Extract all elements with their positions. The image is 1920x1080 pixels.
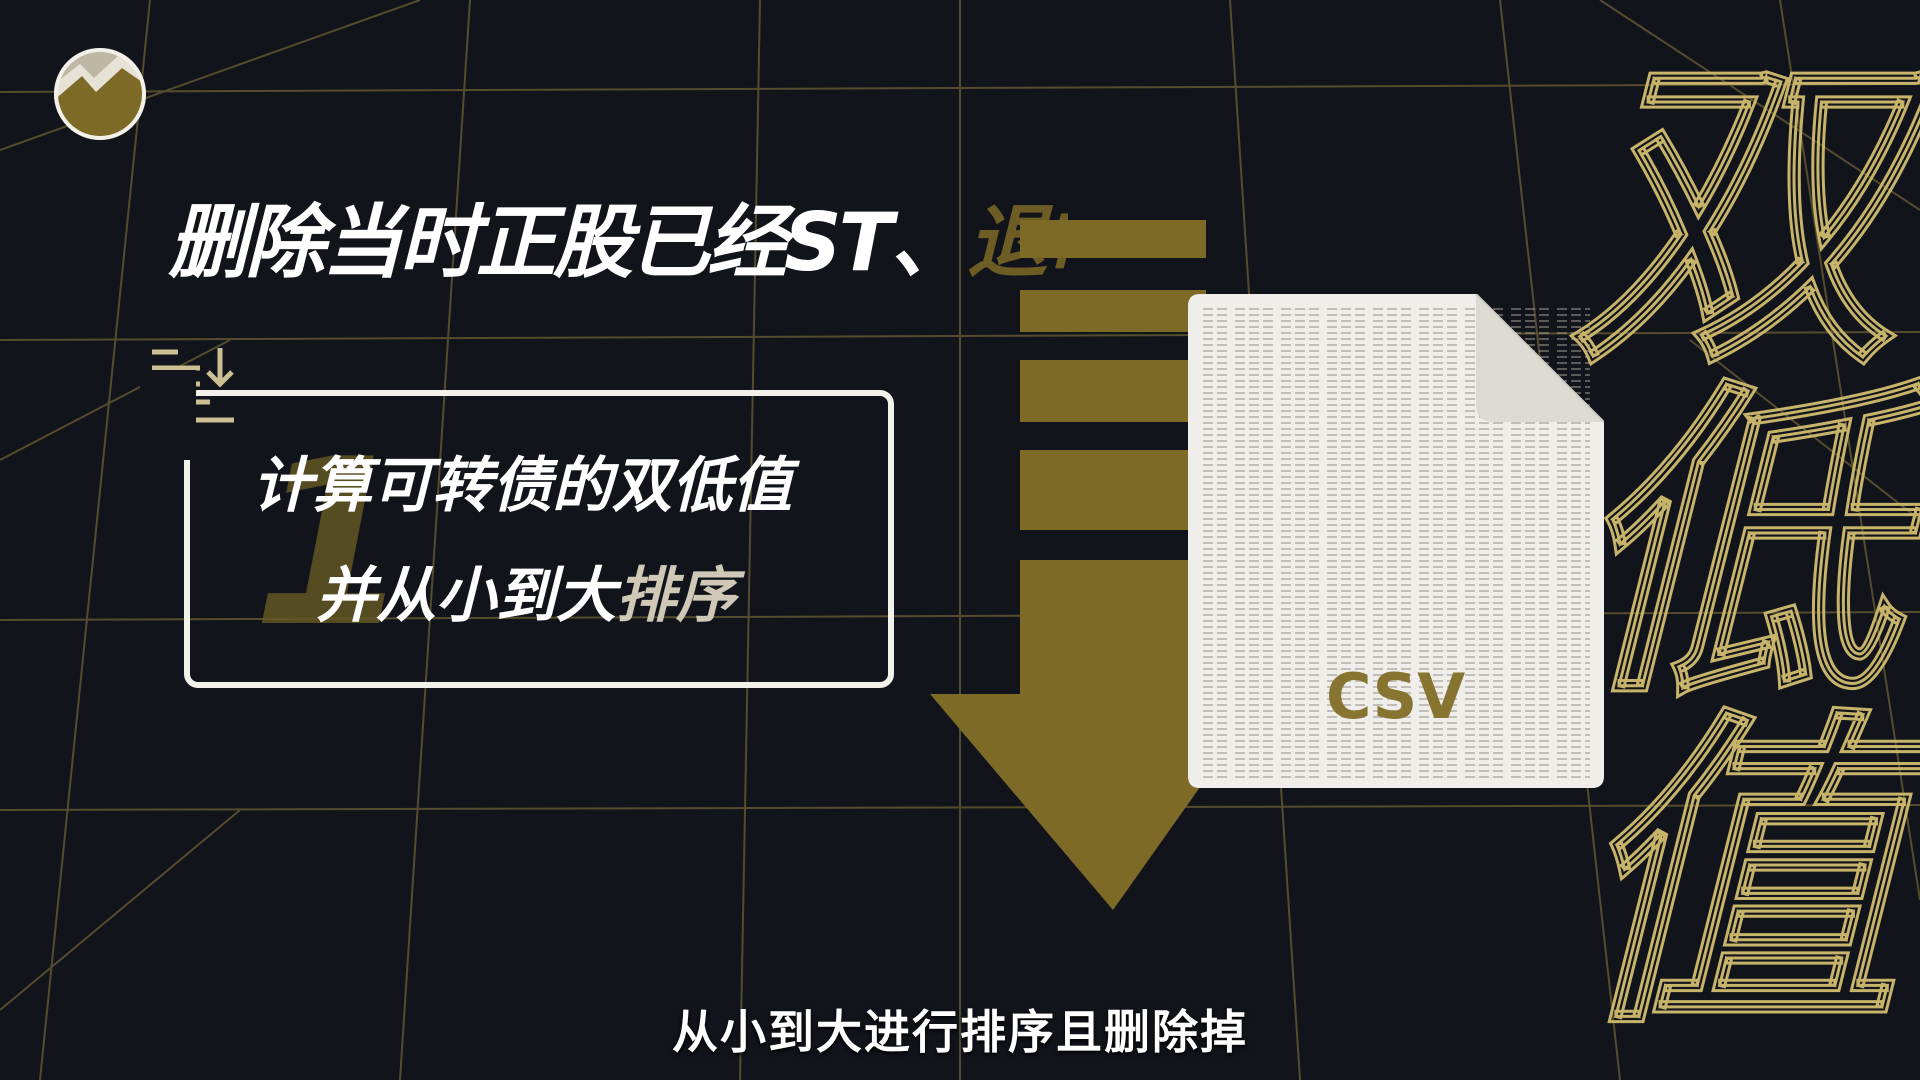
subtitle: 从小到大进行排序且删除掉 (672, 1005, 1248, 1059)
logo-icon (54, 48, 146, 140)
big-title-text: 双低值 (1570, 24, 1920, 1068)
headline-main: 删除当时正股已经ST、 (168, 196, 970, 289)
card-line-2-main: 并从小到大 (316, 561, 616, 631)
big-outline-title: 双低值 (1569, 23, 1920, 1070)
card-line-2: 并从小到大排序 (316, 556, 736, 636)
big-title-char: 双 (1570, 24, 1920, 408)
video-frame: 删除当时正股已经ST、退市 CSV (0, 0, 1920, 1080)
card-line-1: 计算可转债的双低值 (252, 451, 792, 521)
big-title-char: 低 (1570, 354, 1920, 738)
csv-label: CSV (1326, 660, 1466, 733)
card-border-gap (140, 370, 196, 460)
card-line-2-accent: 排序 (616, 561, 736, 631)
